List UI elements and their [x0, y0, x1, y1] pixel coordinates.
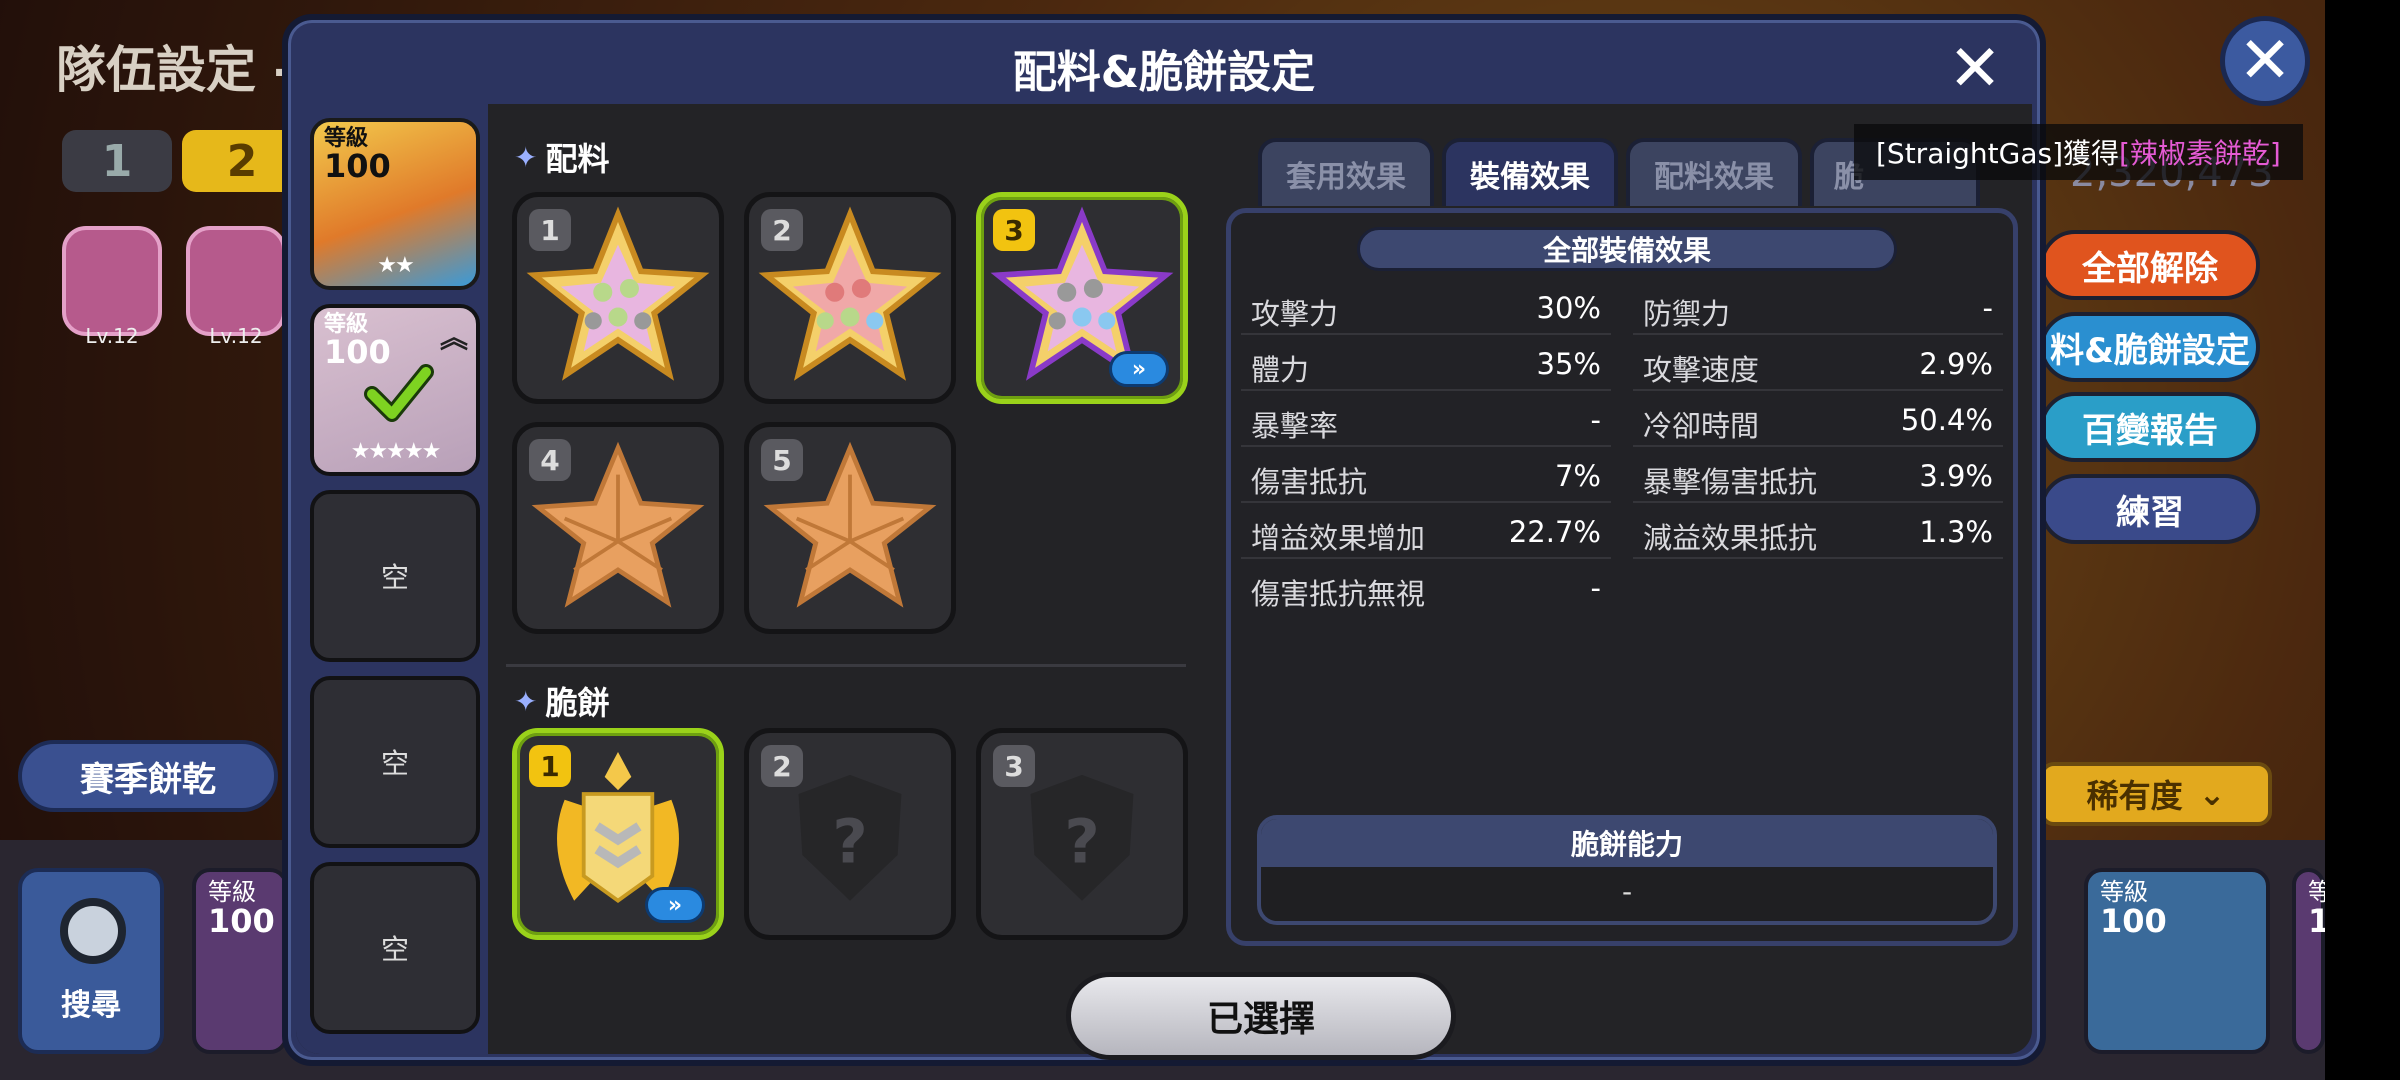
topping-slot-1[interactable]: 1 — [512, 192, 724, 404]
close-icon[interactable]: ✕ — [1940, 32, 2010, 106]
toppings-header: ✦ 配料 — [514, 140, 610, 178]
cookie-column: 等級 100 ★★ 等級 100 ︽ ★★★★★ 空 空 空 — [296, 104, 488, 1054]
biscuit-slot-2[interactable]: ? 2 — [744, 728, 956, 940]
tab-equip-effects[interactable]: 裝備效果 — [1442, 138, 1618, 206]
pet-slot[interactable]: Lv.12 — [186, 226, 286, 348]
season-cookie-button[interactable]: 賽季餅乾 — [18, 740, 278, 812]
dialog-body: 等級100 ★★ 等級100 ︽ ★★★★★ 空 空 空 ✦配料 1 2 — [296, 104, 2032, 1060]
topping-slot-5[interactable]: 5 — [744, 422, 956, 634]
svg-text:?: ? — [1064, 807, 1099, 878]
biscuit-ability-box: 脆餅能力 - — [1257, 815, 1997, 925]
practice-button[interactable]: 練習 — [2040, 474, 2260, 544]
topping-slot-2[interactable]: 2 — [744, 192, 956, 404]
notification-item: [辣椒素餅乾] — [2119, 137, 2281, 170]
topping-slot-3[interactable]: 3 » — [976, 192, 1188, 404]
empty-label: 空 — [380, 747, 409, 780]
chevron-down-icon: ⌄ — [2198, 775, 2226, 813]
cookie-level: 等級 100 — [324, 126, 391, 185]
dialog-title: 配料&脆餅設定 — [1012, 47, 1316, 98]
svg-text:?: ? — [832, 807, 867, 878]
check-icon — [364, 364, 434, 422]
sparkle-icon: ✦ — [514, 140, 538, 174]
biscuit-ability-title: 脆餅能力 — [1261, 819, 1993, 867]
cookie-card[interactable]: 等級 100 — [2084, 868, 2270, 1054]
team-setup-title: 隊伍設定 - — [56, 41, 295, 99]
star-rating-icon: ★★★★★ — [350, 439, 442, 464]
search-label: 搜尋 — [61, 988, 121, 1023]
slot-number: 3 — [993, 209, 1035, 251]
tab-applied-effects[interactable]: 套用效果 — [1258, 138, 1434, 206]
slot-number: 2 — [761, 745, 803, 787]
biscuit-ability-value: - — [1621, 875, 1633, 908]
tab-topping-effects[interactable]: 配料效果 — [1626, 138, 1802, 206]
empty-label: 空 — [380, 561, 409, 594]
pet-slot[interactable]: Lv.12 — [62, 226, 162, 348]
stat-row: 攻擊力 30% — [1241, 281, 1611, 335]
biscuits-header: ✦ 脆餅 — [514, 684, 610, 722]
search-button[interactable]: 搜尋 — [18, 868, 164, 1054]
topping-slot-4[interactable]: 4 — [512, 422, 724, 634]
star-rating-icon: ★★ — [377, 253, 414, 278]
cookie-slot-2[interactable]: 等級 100 ︽ ★★★★★ — [310, 304, 480, 476]
stat-row: 攻擊速度 2.9% — [1633, 337, 2003, 391]
stat-row: 防禦力 - — [1633, 281, 2003, 335]
unequip-all-button[interactable]: 全部解除 — [2040, 230, 2260, 300]
biscuit-slot-3[interactable]: ? 3 — [976, 728, 1188, 940]
stat-row: 體力 35% — [1241, 337, 1611, 391]
close-icon[interactable]: ✕ — [2220, 16, 2310, 106]
loot-notification: [StraightGas]獲得 [辣椒素餅乾] — [1854, 124, 2303, 180]
team-tab-1[interactable]: 1 — [62, 130, 172, 192]
stat-row: 增益效果增加 22.7% — [1241, 505, 1611, 559]
stat-row: 傷害抵抗 7% — [1241, 449, 1611, 503]
report-button[interactable]: 百變報告 — [2040, 392, 2260, 462]
magnifier-icon — [60, 898, 126, 964]
notification-text: [StraightGas]獲得 — [1876, 137, 2119, 170]
slot-number: 1 — [529, 745, 571, 787]
empty-label: 空 — [380, 933, 409, 966]
slot-number: 2 — [761, 209, 803, 251]
stat-row: 暴擊率 - — [1241, 393, 1611, 447]
cookie-level: 等級 100 — [2100, 878, 2167, 941]
stat-row: 暴擊傷害抵抗 3.9% — [1633, 449, 2003, 503]
slot-number: 3 — [993, 745, 1035, 787]
cookie-card[interactable]: 等級 100 — [192, 868, 288, 1054]
cookie-slot-5[interactable]: 空 — [310, 862, 480, 1034]
promote-icon: ︽ — [439, 321, 468, 354]
sparkle-icon: ✦ — [514, 684, 538, 718]
rarity-label: 稀有度 — [2086, 777, 2183, 815]
upgrade-arrow-icon[interactable]: » — [1109, 351, 1169, 387]
cookie-slot-1[interactable]: 等級 100 ★★ — [310, 118, 480, 290]
cookie-level: 等1 — [2308, 878, 2325, 941]
effects-panel: 全部裝備效果 攻擊力 30% 體力 35% 暴擊率 - 傷害抵抗 7% 增益效果增加 22… — [1226, 208, 2018, 946]
panel-title: 全部裝備效果 — [1357, 227, 1897, 271]
slot-number: 1 — [529, 209, 571, 251]
slot-number: 4 — [529, 439, 571, 481]
cookie-slot-3[interactable]: 空 — [310, 490, 480, 662]
pet-level: Lv.12 — [85, 324, 139, 348]
topping-biscuit-dialog: 配料&脆餅設定 ✕ 等級 100 ★★ 等級 100 ︽ ★★★★★ 空 空 空 ✦… — [282, 14, 2046, 1066]
slot-number: 5 — [761, 439, 803, 481]
stat-row: 冷卻時間 50.4% — [1633, 393, 2003, 447]
cookie-card[interactable]: 等1 — [2292, 868, 2325, 1054]
stat-row: 傷害抵抗無視 - — [1251, 571, 1601, 611]
topping-biscuit-setup-button[interactable]: 料&脆餅設定 — [2040, 312, 2260, 382]
cookie-level: 等級 100 — [208, 878, 275, 941]
rarity-sort-button[interactable]: 稀有度 ⌄ — [2040, 762, 2272, 826]
stat-row: 減益效果抵抗 1.3% — [1633, 505, 2003, 559]
cookie-slot-4[interactable]: 空 — [310, 676, 480, 848]
biscuit-slot-1[interactable]: 1 » — [512, 728, 724, 940]
section-divider — [506, 664, 1186, 667]
upgrade-arrow-icon[interactable]: » — [645, 887, 705, 923]
selected-button[interactable]: 已選擇 — [1066, 972, 1456, 1060]
pet-level: Lv.12 — [209, 324, 263, 348]
